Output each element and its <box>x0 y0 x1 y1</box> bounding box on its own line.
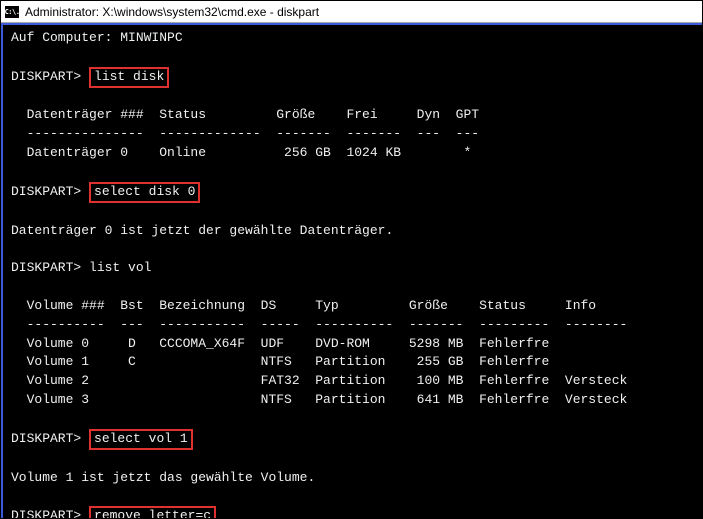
cmd-select-disk-0: select disk 0 <box>89 182 200 203</box>
disk-table-divider: --------------- ------------- ------- --… <box>11 126 479 141</box>
cmd-window: C:\. Administrator: X:\windows\system32\… <box>0 0 703 519</box>
titlebar[interactable]: C:\. Administrator: X:\windows\system32\… <box>1 1 702 23</box>
cmd-list-disk: list disk <box>89 67 169 88</box>
disk-table-header: Datenträger ### Status Größe Frei Dyn GP… <box>11 107 479 122</box>
msg-vol-selected: Volume 1 ist jetzt das gewählte Volume. <box>11 470 315 485</box>
cmd-icon: C:\. <box>5 6 19 18</box>
disk-row-0: Datenträger 0 Online 256 GB 1024 KB * <box>11 145 471 160</box>
titlebar-text: Administrator: X:\windows\system32\cmd.e… <box>25 5 319 19</box>
cmd-list-vol: list vol <box>89 260 151 275</box>
vol-row-0: Volume 0 D CCCOMA_X64F UDF DVD-ROM 5298 … <box>11 336 549 351</box>
prompt: DISKPART> <box>11 69 81 84</box>
prompt: DISKPART> <box>11 508 81 518</box>
msg-disk-selected: Datenträger 0 ist jetzt der gewählte Dat… <box>11 223 393 238</box>
vol-row-1: Volume 1 C NTFS Partition 255 GB Fehlerf… <box>11 354 549 369</box>
vol-row-3: Volume 3 NTFS Partition 641 MB Fehlerfre… <box>11 392 627 407</box>
terminal-output[interactable]: Auf Computer: MINWINPC DISKPART> list di… <box>1 23 702 518</box>
line-computer: Auf Computer: MINWINPC <box>11 30 183 45</box>
prompt: DISKPART> <box>11 184 81 199</box>
vol-table-divider: ---------- --- ----------- ----- -------… <box>11 317 627 332</box>
cmd-remove-letter-c: remove letter=c <box>89 506 216 518</box>
vol-table-header: Volume ### Bst Bezeichnung DS Typ Größe … <box>11 298 596 313</box>
cmd-select-vol-1: select vol 1 <box>89 429 193 450</box>
prompt: DISKPART> <box>11 260 81 275</box>
prompt: DISKPART> <box>11 431 81 446</box>
vol-row-2: Volume 2 FAT32 Partition 100 MB Fehlerfr… <box>11 373 627 388</box>
